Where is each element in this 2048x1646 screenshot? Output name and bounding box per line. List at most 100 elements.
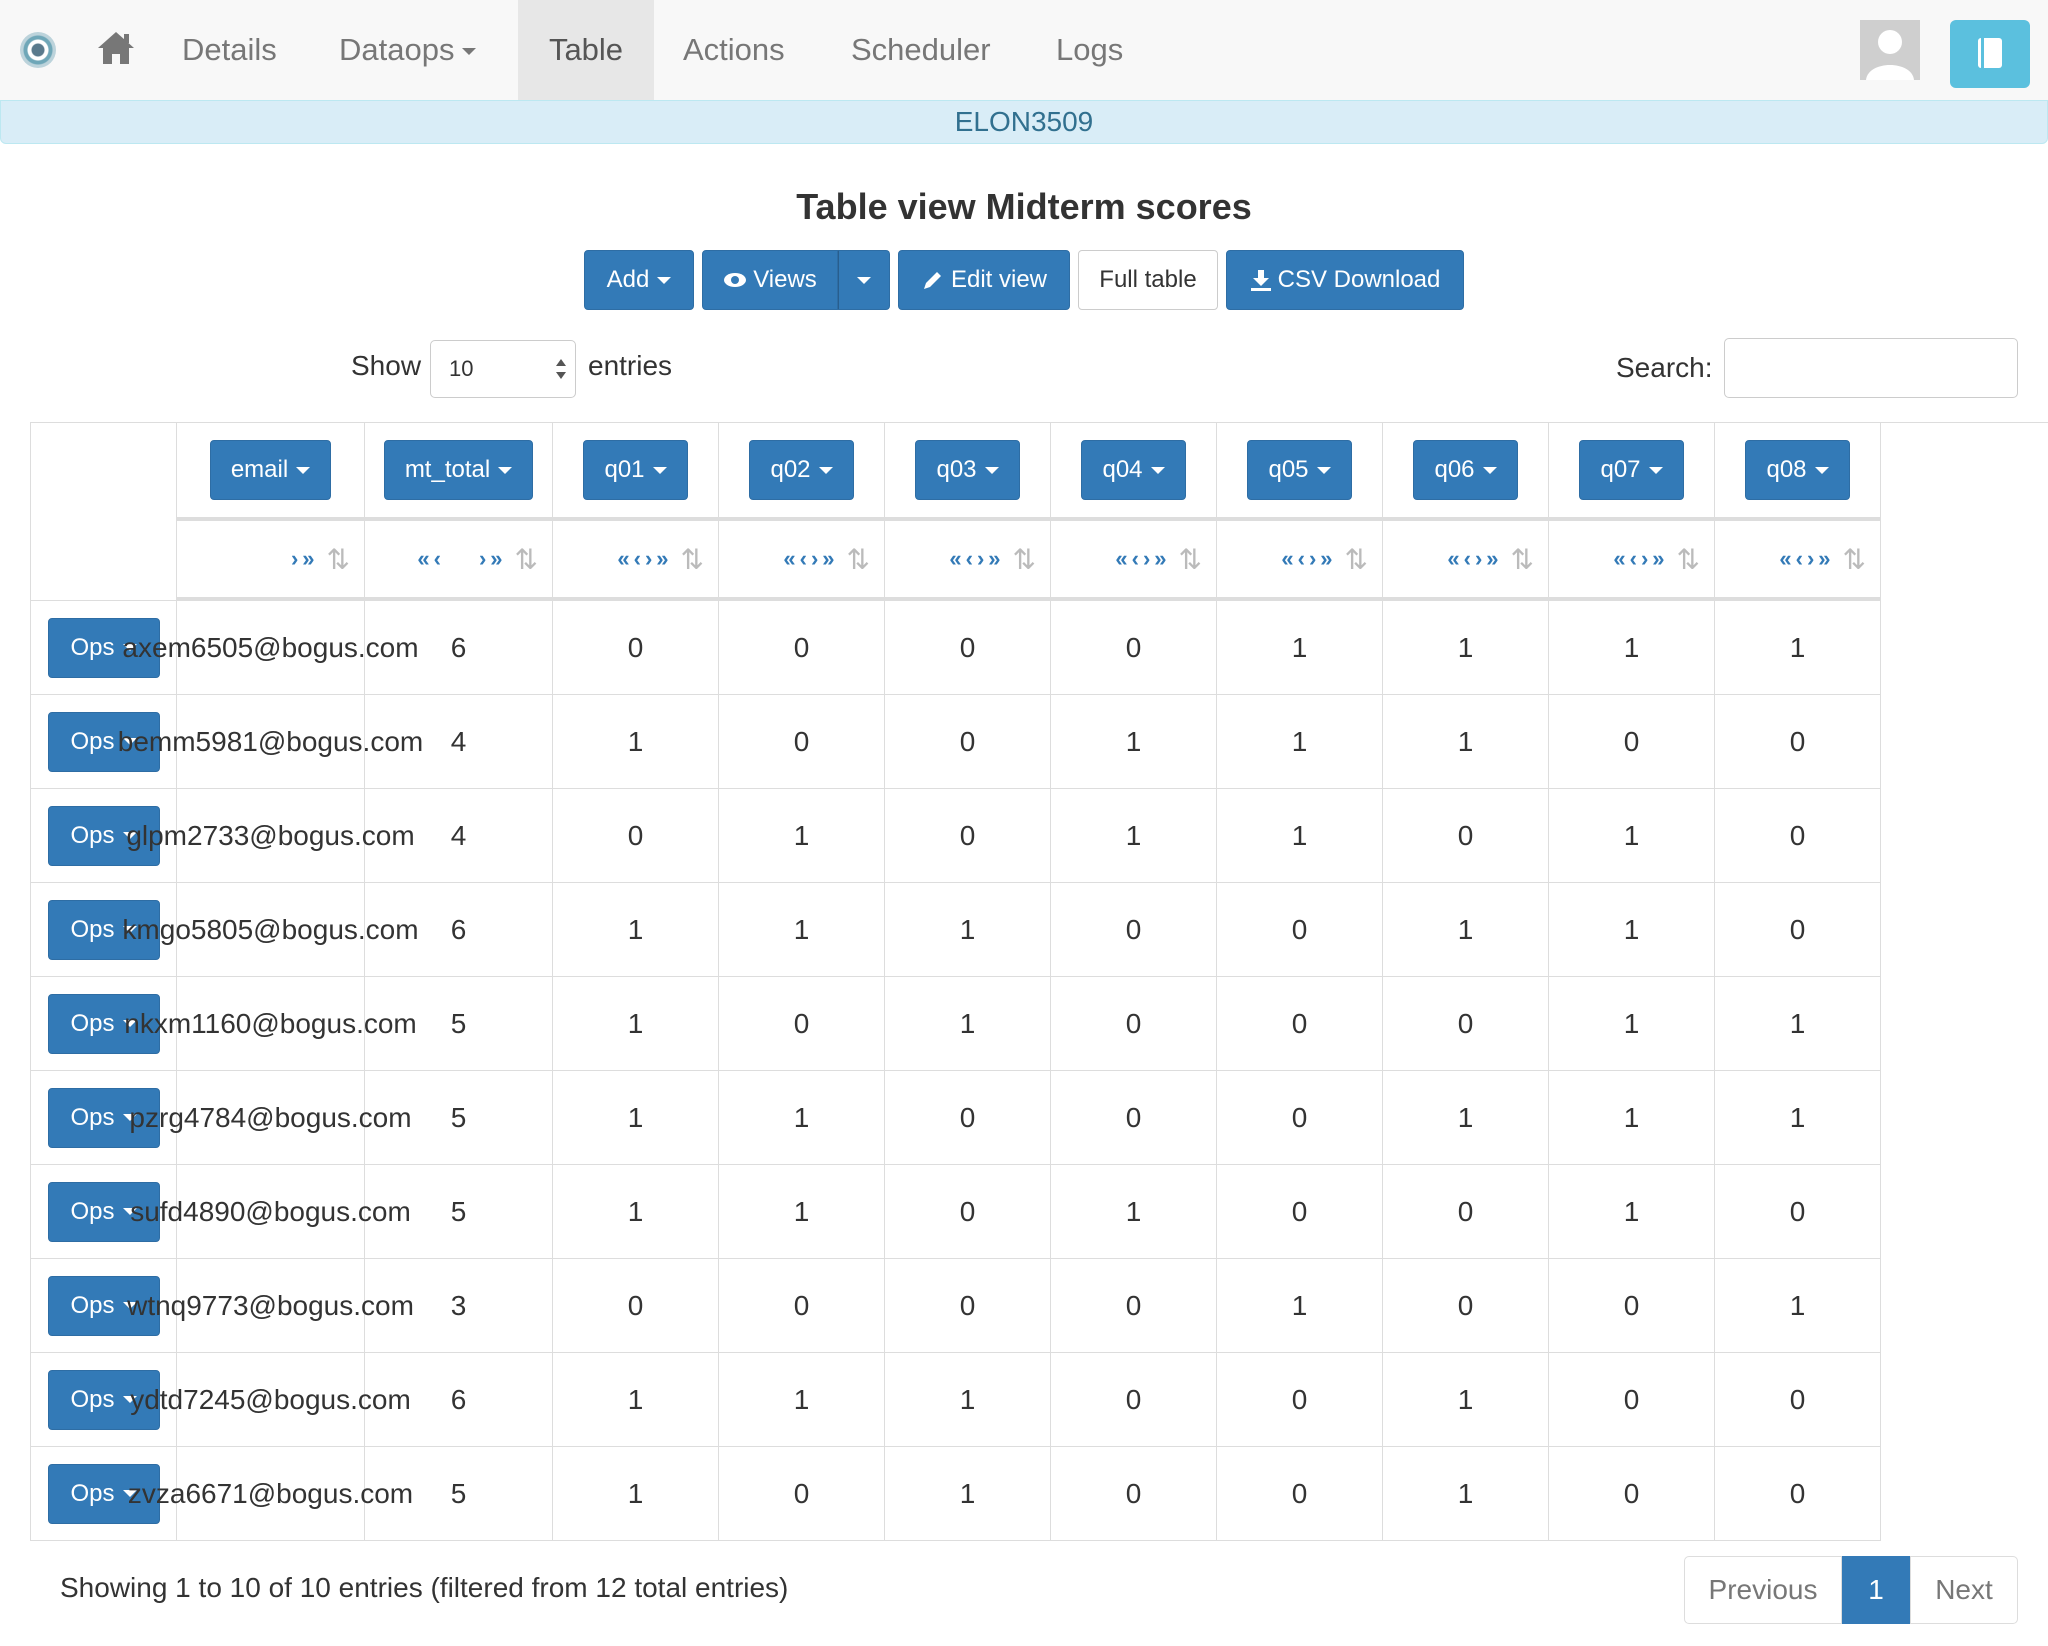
move-first-icon[interactable]: « [1613, 546, 1625, 572]
move-last-icon[interactable]: » [988, 546, 1000, 572]
move-left-icon[interactable]: ‹ [1132, 546, 1139, 572]
move-right-icon[interactable]: › [645, 546, 652, 572]
book-icon [1978, 38, 2002, 68]
column-menu-button-q08[interactable]: q08 [1745, 440, 1850, 500]
previous-button[interactable]: Previous [1684, 1556, 1842, 1624]
move-right-icon[interactable]: › [1143, 546, 1150, 572]
move-right-icon[interactable]: › [1807, 546, 1814, 572]
sort-icon[interactable]: ⇅ [681, 543, 704, 576]
column-menu-button-q03[interactable]: q03 [915, 440, 1020, 500]
sort-icon[interactable]: ⇅ [515, 543, 538, 576]
sort-icon[interactable]: ⇅ [1179, 543, 1202, 576]
move-first-icon[interactable]: « [783, 546, 795, 572]
notebook-button[interactable] [1950, 20, 2030, 88]
move-left-icon[interactable]: ‹ [800, 546, 807, 572]
column-controls-q06: «‹ ›» ⇅ [1383, 521, 1549, 601]
column-menu-button-mt_total[interactable]: mt_total [383, 440, 534, 500]
nav-scheduler[interactable]: Scheduler [822, 0, 1020, 100]
score-cell: 1 [553, 1165, 719, 1259]
column-menu-button-email[interactable]: email [209, 440, 332, 500]
move-first-icon[interactable]: « [1115, 546, 1127, 572]
move-last-icon[interactable]: » [822, 546, 834, 572]
move-right-icon[interactable]: › [977, 546, 984, 572]
sort-icon[interactable]: ⇅ [1843, 543, 1866, 576]
column-menu-button-q01[interactable]: q01 [583, 440, 688, 500]
nav-logs[interactable]: Logs [1027, 0, 1152, 100]
app-logo-icon[interactable] [20, 32, 56, 68]
move-right-icon[interactable]: › [1641, 546, 1648, 572]
column-menu-button-q07[interactable]: q07 [1579, 440, 1684, 500]
move-left-icon[interactable]: ‹ [634, 546, 641, 572]
edit-view-button[interactable]: Edit view [898, 250, 1070, 310]
score-cell: 1 [1549, 601, 1715, 695]
move-left-icon[interactable]: ‹ [1298, 546, 1305, 572]
add-label: Add [606, 266, 650, 293]
score-cell: 1 [1383, 695, 1549, 789]
column-menu-button-q05[interactable]: q05 [1247, 440, 1352, 500]
move-first-icon[interactable]: « [949, 546, 961, 572]
sort-icon[interactable]: ⇅ [1677, 543, 1700, 576]
home-icon[interactable] [96, 28, 136, 68]
nav-details[interactable]: Details [153, 0, 306, 100]
add-button[interactable]: Add [584, 250, 694, 310]
views-button[interactable]: Views [702, 250, 838, 310]
sort-icon[interactable]: ⇅ [1345, 543, 1368, 576]
score-cell: 0 [1715, 789, 1881, 883]
chevron-down-icon [857, 276, 871, 284]
avatar[interactable] [1860, 20, 1920, 80]
score-cell: 1 [1715, 1071, 1881, 1165]
move-left-icon[interactable]: ‹ [1464, 546, 1471, 572]
column-menu-button-q06[interactable]: q06 [1413, 440, 1518, 500]
column-controls-q03: «‹ ›» ⇅ [885, 521, 1051, 601]
csv-download-button[interactable]: CSV Download [1226, 250, 1464, 310]
sort-icon[interactable]: ⇅ [1013, 543, 1036, 576]
nav-dataops[interactable]: Dataops [310, 0, 505, 100]
column-move-controls: «‹ ›» ⇅ [1115, 521, 1202, 597]
entries-per-page-select[interactable]: 10 [430, 340, 576, 398]
move-first-icon[interactable]: « [417, 546, 429, 572]
move-first-icon[interactable]: « [1779, 546, 1791, 572]
score-cell: 0 [1217, 1447, 1383, 1541]
sort-icon[interactable]: ⇅ [1511, 543, 1534, 576]
move-last-icon[interactable]: » [1652, 546, 1664, 572]
move-last-icon[interactable]: » [1818, 546, 1830, 572]
page-1-button[interactable]: 1 [1842, 1556, 1910, 1624]
move-right-icon[interactable]: › [479, 546, 486, 572]
move-first-icon[interactable]: « [617, 546, 629, 572]
email-cell: ydtd7245@bogus.com [130, 1353, 411, 1447]
sort-icon[interactable]: ⇅ [327, 543, 350, 576]
move-right-icon[interactable]: › [1309, 546, 1316, 572]
move-last-icon[interactable]: » [1154, 546, 1166, 572]
column-menu-button-q02[interactable]: q02 [749, 440, 854, 500]
move-last-icon[interactable]: » [302, 546, 314, 572]
move-first-icon[interactable]: « [1281, 546, 1293, 572]
move-right-icon[interactable]: › [291, 546, 298, 572]
move-right-icon[interactable]: › [1475, 546, 1482, 572]
move-left-icon[interactable]: ‹ [1630, 546, 1637, 572]
move-right-icon[interactable]: › [811, 546, 818, 572]
move-left-icon[interactable]: ‹ [1796, 546, 1803, 572]
column-header-label: mt_total [404, 456, 491, 483]
move-first-icon[interactable]: « [1447, 546, 1459, 572]
views-dropdown-toggle[interactable] [838, 250, 890, 310]
nav-table[interactable]: Table [518, 0, 654, 100]
move-last-icon[interactable]: » [490, 546, 502, 572]
search-input[interactable] [1724, 338, 2018, 398]
nav-actions[interactable]: Actions [654, 0, 814, 100]
next-button[interactable]: Next [1910, 1556, 2018, 1624]
score-cell: 0 [1549, 1353, 1715, 1447]
column-header-q08: q08 [1715, 423, 1881, 521]
column-header-label: q02 [770, 456, 811, 483]
full-table-button[interactable]: Full table [1078, 250, 1218, 310]
column-menu-button-q04[interactable]: q04 [1081, 440, 1186, 500]
ops-label: Ops [70, 1479, 115, 1507]
move-left-icon[interactable]: ‹ [966, 546, 973, 572]
move-left-icon[interactable]: ‹ [434, 546, 441, 572]
search-label: Search: [1616, 352, 1713, 383]
column-controls-mt_total: «‹ ›» ⇅ [365, 521, 553, 601]
move-last-icon[interactable]: » [656, 546, 668, 572]
move-last-icon[interactable]: » [1320, 546, 1332, 572]
sort-icon[interactable]: ⇅ [847, 543, 870, 576]
move-last-icon[interactable]: » [1486, 546, 1498, 572]
score-cell: 6 [365, 1353, 553, 1447]
